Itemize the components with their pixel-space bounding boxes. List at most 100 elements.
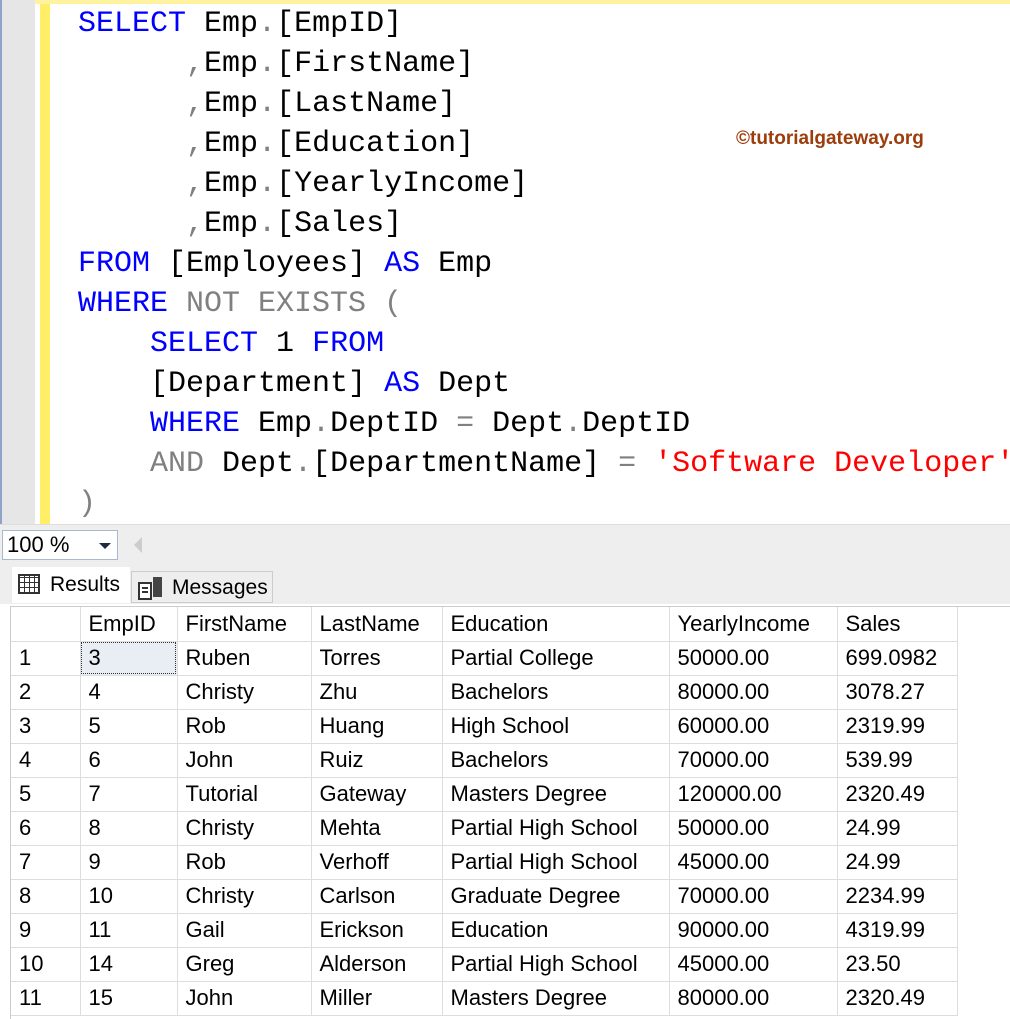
table-cell[interactable]: Gateway (311, 777, 443, 812)
table-cell[interactable]: 699.0982 (837, 641, 958, 676)
column-header[interactable]: EmpID (80, 607, 178, 642)
table-cell[interactable]: 2320.49 (837, 777, 958, 812)
table-cell[interactable]: 45000.00 (669, 845, 838, 880)
table-cell[interactable]: 70000.00 (669, 879, 838, 914)
sql-code[interactable]: SELECT Emp.[EmpID] ,Emp.[FirstName] ,Emp… (78, 4, 1010, 524)
chevron-down-icon[interactable] (99, 543, 111, 549)
table-cell[interactable]: Verhoff (311, 845, 443, 880)
table-cell[interactable]: Torres (311, 641, 443, 676)
table-cell[interactable]: Partial College (442, 641, 670, 676)
row-number[interactable]: 3 (11, 709, 81, 744)
zoom-select[interactable]: 100 % (2, 530, 118, 560)
table-cell[interactable]: Erickson (311, 913, 443, 948)
table-row[interactable]: 5 7 Tutorial Gateway Masters Degree 120000.00… (11, 777, 958, 812)
table-row[interactable]: 6 8 Christy Mehta Partial High School 50000.0… (11, 811, 958, 846)
table-cell[interactable]: 50000.00 (669, 811, 838, 846)
table-cell[interactable]: 90000.00 (669, 913, 838, 948)
table-cell[interactable]: Graduate Degree (442, 879, 670, 914)
table-cell[interactable]: 80000.00 (669, 981, 838, 1016)
table-row[interactable]: 9 11 Gail Erickson Education 90000.00 4319.99 (11, 913, 958, 948)
table-cell[interactable]: 15 (80, 981, 178, 1016)
table-cell[interactable]: Education (442, 913, 670, 948)
column-header[interactable]: LastName (311, 607, 443, 642)
table-cell[interactable]: 9 (80, 845, 178, 880)
column-header[interactable]: Sales (837, 607, 958, 642)
table-cell[interactable]: 24.99 (837, 811, 958, 846)
table-cell[interactable]: Bachelors (442, 743, 670, 778)
table-row[interactable]: 11 15 John Miller Masters Degree 80000.00 2320… (11, 981, 958, 1016)
row-number[interactable]: 5 (11, 777, 81, 812)
row-number[interactable]: 9 (11, 913, 81, 948)
table-cell[interactable]: Christy (177, 811, 312, 846)
row-number[interactable]: 4 (11, 743, 81, 778)
table-cell[interactable]: Partial High School (442, 947, 670, 982)
table-row[interactable]: 7 9 Rob Verhoff Partial High School 45000.00 2… (11, 845, 958, 880)
query-editor[interactable]: SELECT Emp.[EmpID] ,Emp.[FirstName] ,Emp… (0, 0, 1010, 524)
table-row[interactable]: 10 14 Greg Alderson Partial High School 45000… (11, 947, 958, 982)
tab-results[interactable]: Results (12, 567, 130, 603)
table-cell[interactable]: John (177, 743, 312, 778)
row-number[interactable]: 2 (11, 675, 81, 710)
table-cell[interactable]: Partial High School (442, 845, 670, 880)
table-cell[interactable]: 7 (80, 777, 178, 812)
table-cell[interactable]: 11 (80, 913, 178, 948)
table-row[interactable]: 1 3 Ruben Torres Partial College 50000.00 699.… (11, 641, 958, 676)
column-header[interactable]: Education (442, 607, 670, 642)
table-cell[interactable]: 4 (80, 675, 178, 710)
tab-messages[interactable]: Messages (131, 571, 273, 603)
row-number[interactable]: 7 (11, 845, 81, 880)
table-cell[interactable]: 8 (80, 811, 178, 846)
table-cell[interactable]: 50000.00 (669, 641, 838, 676)
row-number[interactable]: 11 (11, 981, 81, 1016)
column-header[interactable] (11, 607, 81, 642)
column-header[interactable]: YearlyIncome (669, 607, 838, 642)
table-cell[interactable]: 6 (80, 743, 178, 778)
table-cell[interactable]: John (177, 981, 312, 1016)
table-cell[interactable]: 3 (80, 641, 178, 676)
table-cell[interactable]: Gail (177, 913, 312, 948)
results-grid[interactable]: EmpID FirstName LastName Education YearlyInc… (10, 606, 1010, 1019)
table-cell[interactable]: High School (442, 709, 670, 744)
table-cell[interactable]: 60000.00 (669, 709, 838, 744)
table-cell[interactable]: 10 (80, 879, 178, 914)
table-row[interactable]: 4 6 John Ruiz Bachelors 70000.00 539.99 (11, 743, 958, 778)
table-cell[interactable]: Rob (177, 845, 312, 880)
row-number[interactable]: 1 (11, 641, 81, 676)
column-header[interactable]: FirstName (177, 607, 312, 642)
table-cell[interactable]: Carlson (311, 879, 443, 914)
table-cell[interactable]: Rob (177, 709, 312, 744)
table-cell[interactable]: 3078.27 (837, 675, 958, 710)
row-number[interactable]: 10 (11, 947, 81, 982)
table-cell[interactable]: 120000.00 (669, 777, 838, 812)
row-number[interactable]: 6 (11, 811, 81, 846)
table-cell[interactable]: Zhu (311, 675, 443, 710)
table-cell[interactable]: 5 (80, 709, 178, 744)
table-cell[interactable]: 2234.99 (837, 879, 958, 914)
table-cell[interactable]: Masters Degree (442, 981, 670, 1016)
table-cell[interactable]: Ruben (177, 641, 312, 676)
table-cell[interactable]: Christy (177, 675, 312, 710)
scroll-left-icon[interactable] (134, 537, 142, 553)
table-cell[interactable]: Bachelors (442, 675, 670, 710)
table-cell[interactable]: 2320.49 (837, 981, 958, 1016)
table-row[interactable]: 8 10 Christy Carlson Graduate Degree 70000.00… (11, 879, 958, 914)
table-row[interactable]: 3 5 Rob Huang High School 60000.00 2319.99 (11, 709, 958, 744)
table-row[interactable]: 2 4 Christy Zhu Bachelors 80000.00 3078.27 (11, 675, 958, 710)
table-cell[interactable]: 4319.99 (837, 913, 958, 948)
table-cell[interactable]: Greg (177, 947, 312, 982)
table-cell[interactable]: 2319.99 (837, 709, 958, 744)
table-cell[interactable]: 45000.00 (669, 947, 838, 982)
row-number[interactable]: 8 (11, 879, 81, 914)
table-cell[interactable]: Partial High School (442, 811, 670, 846)
table-cell[interactable]: 24.99 (837, 845, 958, 880)
table-cell[interactable]: Miller (311, 981, 443, 1016)
table-cell[interactable]: 14 (80, 947, 178, 982)
table-cell[interactable]: Ruiz (311, 743, 443, 778)
table-cell[interactable]: Masters Degree (442, 777, 670, 812)
table-cell[interactable]: 70000.00 (669, 743, 838, 778)
table-cell[interactable]: Tutorial (177, 777, 312, 812)
table-cell[interactable]: Alderson (311, 947, 443, 982)
table-cell[interactable]: Huang (311, 709, 443, 744)
table-cell[interactable]: 23.50 (837, 947, 958, 982)
table-cell[interactable]: Christy (177, 879, 312, 914)
